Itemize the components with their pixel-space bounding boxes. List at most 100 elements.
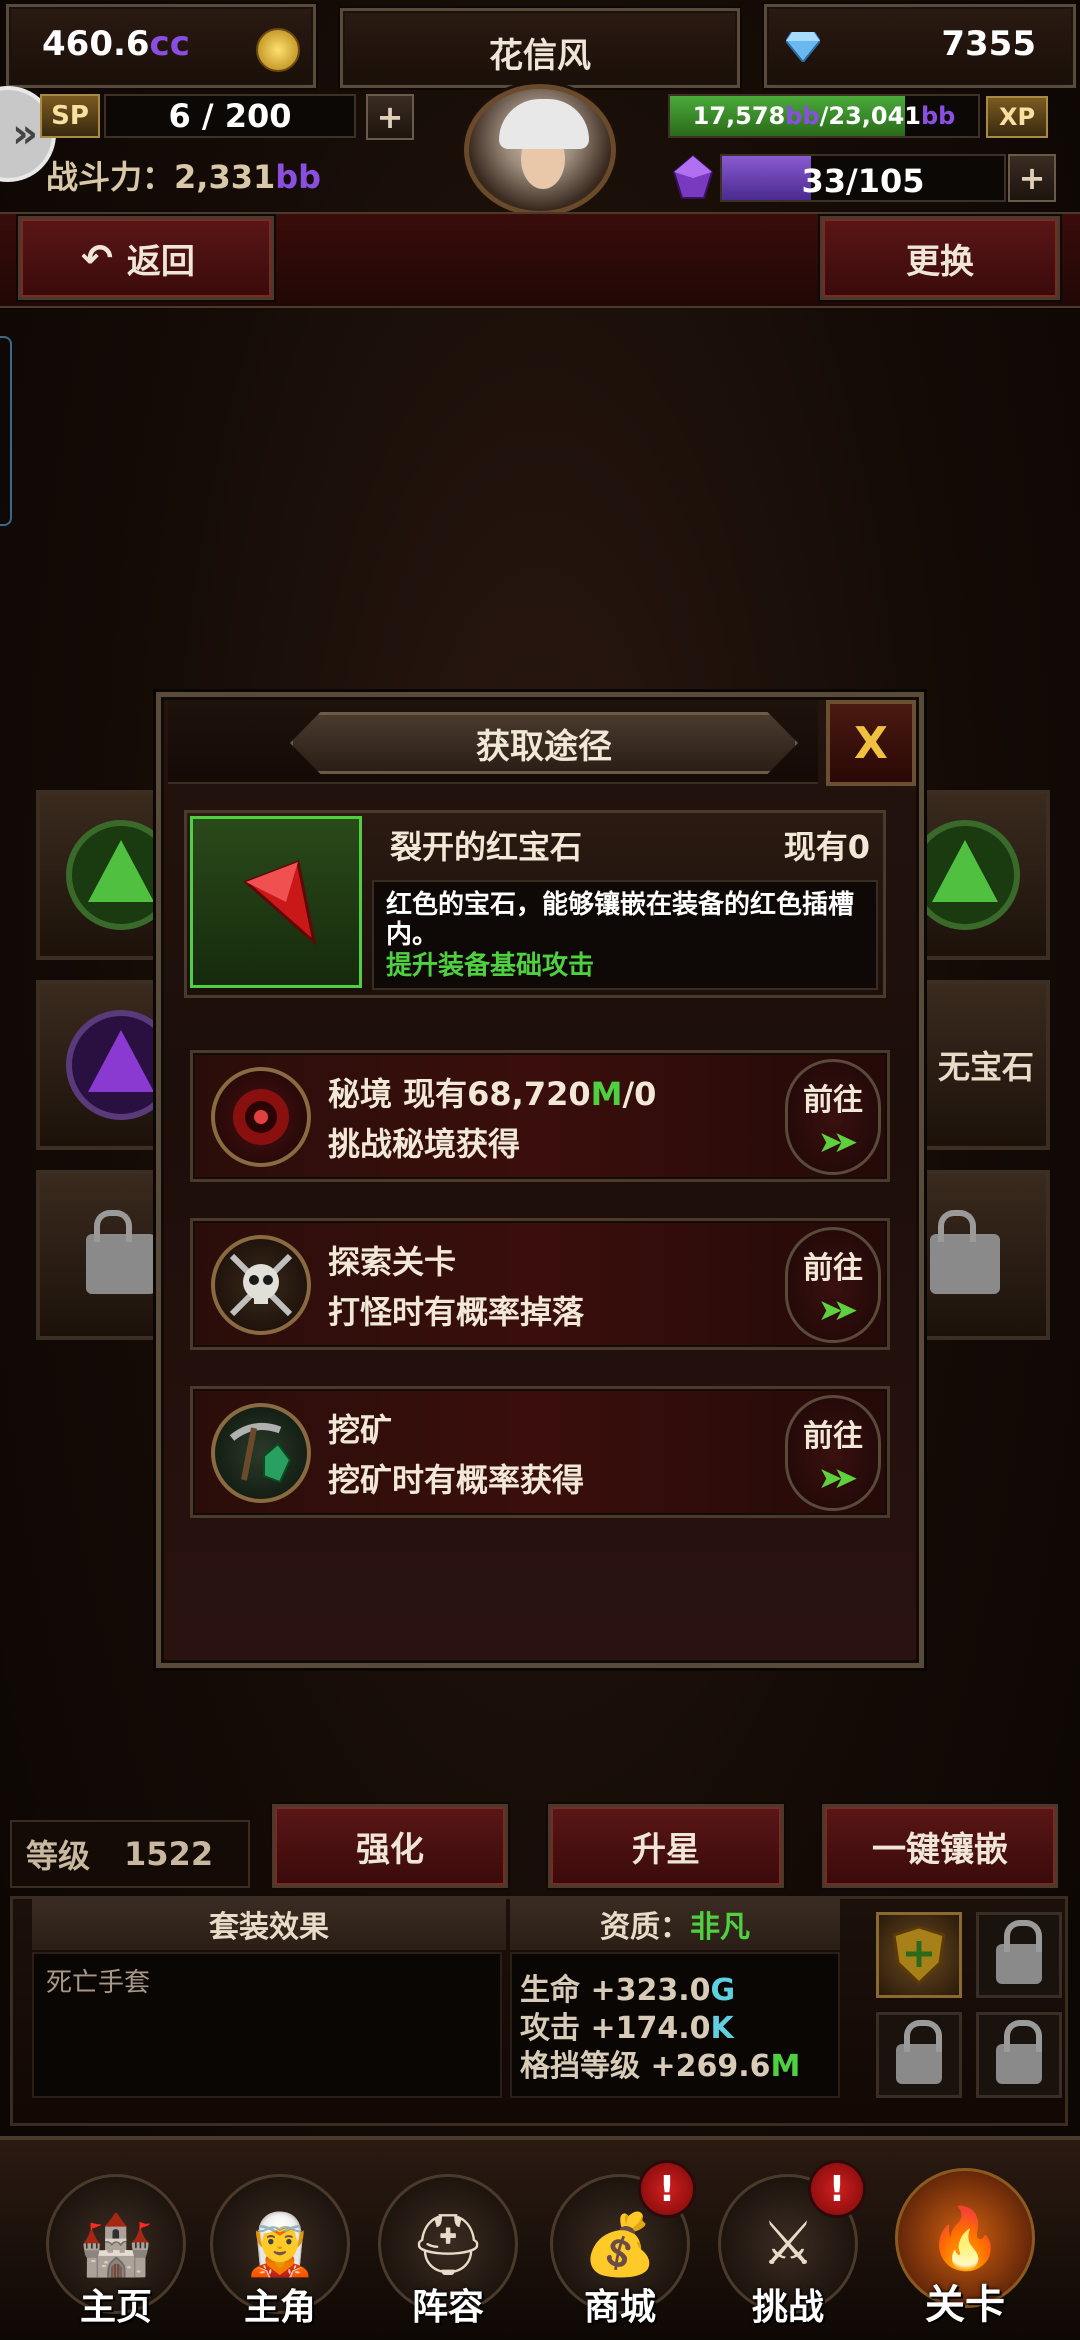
route-title-unit: M — [590, 1075, 623, 1113]
sp-label: SP — [51, 101, 89, 131]
lock-icon — [996, 1920, 1042, 1984]
diamond-count: 7355 — [941, 24, 1036, 64]
lock-icon — [896, 2020, 942, 2084]
player-name: 花信风 — [489, 36, 591, 76]
tab-label: 挑战 — [751, 2287, 824, 2328]
enhance-button[interactable]: 强化 — [272, 1804, 508, 1888]
locked-slot[interactable] — [976, 2012, 1062, 2098]
locked-slot[interactable] — [976, 1912, 1062, 1998]
route-explore-stage[interactable]: 探索关卡 打怪时有概率掉落 前往 ➤➤ — [190, 1218, 890, 1350]
diamond-icon — [784, 31, 822, 64]
dialog-title-banner: 获取途径 — [290, 712, 798, 774]
quality-header: 资质： 非凡 — [510, 1898, 840, 1950]
energy-bar: 33/105 — [720, 154, 1006, 202]
route-subtitle: 挖矿时有概率获得 — [328, 1461, 585, 1499]
stat-unit: K — [710, 2011, 734, 2046]
red-gem-icon — [243, 859, 317, 947]
lock-icon — [930, 1210, 1000, 1294]
dialog-close-button[interactable]: X — [826, 700, 916, 786]
power-unit: bb — [275, 158, 322, 196]
double-arrow-icon: ➤➤ — [817, 1292, 858, 1328]
level-label: 等级 — [26, 1837, 91, 1875]
set-name: 死亡手套 — [46, 1968, 151, 1998]
lock-icon — [86, 1210, 156, 1294]
power-value: 2,331 — [174, 158, 276, 196]
set-name-box: 死亡手套 — [32, 1952, 502, 2098]
stat-value: +269.6 — [650, 2049, 771, 2084]
go-button[interactable]: 前往 ➤➤ — [785, 1059, 881, 1175]
go-button[interactable]: 前往 ➤➤ — [785, 1227, 881, 1343]
go-label: 前往 — [803, 1082, 863, 1118]
route-title-suffix: /0 — [622, 1075, 657, 1113]
route-title: 挖矿 — [328, 1405, 392, 1451]
enhance-label: 强化 — [356, 1829, 424, 1870]
plus-label: + — [1018, 159, 1046, 197]
route-subtitle: 打怪时有概率掉落 — [328, 1293, 585, 1331]
energy-max: /105 — [846, 162, 925, 200]
item-desc-box: 红色的宝石，能够镶嵌在装备的红色插槽内。 提升装备基础攻击 — [372, 880, 878, 990]
set-effect-label: 套装效果 — [209, 1910, 329, 1945]
item-effect: 提升装备基础攻击 — [386, 951, 595, 981]
auto-inlay-button[interactable]: 一键镶嵌 — [822, 1804, 1058, 1888]
sp-value: 6 / 200 — [168, 97, 292, 135]
go-label: 前往 — [803, 1250, 863, 1286]
swap-label: 更换 — [906, 241, 974, 282]
xp-max: /23,041 — [819, 102, 921, 130]
sp-add-button[interactable]: + — [366, 94, 414, 140]
stat-value: +323.0 — [590, 1973, 711, 2008]
xp-label: XP — [998, 103, 1036, 131]
stat-unit: M — [770, 2049, 801, 2084]
empty-slot-label: 无宝石 — [937, 1048, 1034, 1086]
alert-mark: ! — [658, 2168, 676, 2210]
gold-coin-icon — [256, 28, 300, 72]
energy-text: 33/105 — [722, 162, 1004, 200]
challenge-alert-badge: ! — [808, 2160, 866, 2218]
avatar[interactable] — [464, 84, 616, 216]
route-icon — [211, 1235, 311, 1335]
stat-name: 生命 — [520, 1973, 580, 2008]
item-description: 红色的宝石，能够镶嵌在装备的红色插槽内。 — [386, 890, 855, 950]
double-chevron-icon: » — [12, 111, 38, 157]
xp-max-unit: bb — [921, 102, 956, 130]
route-title: 探索关卡 — [328, 1237, 456, 1283]
avatar-hair-icon — [499, 99, 589, 149]
crystal-icon — [670, 154, 716, 200]
portal-icon — [233, 1089, 289, 1145]
left-edge-tab[interactable] — [0, 336, 12, 526]
sp-bar: 6 / 200 — [104, 94, 356, 138]
route-subtitle: 挑战秘境获得 — [328, 1125, 521, 1163]
level-box: 等级 1522 — [10, 1820, 250, 1888]
xp-badge: XP — [986, 96, 1048, 138]
energy-add-button[interactable]: + — [1008, 154, 1056, 202]
armor-slot[interactable] — [876, 1912, 962, 1998]
route-secret-realm[interactable]: 秘境 现有68,720M/0 挑战秘境获得 前往 ➤➤ — [190, 1050, 890, 1182]
item-owned: 现有0 — [783, 828, 870, 866]
auto-inlay-label: 一键镶嵌 — [872, 1829, 1008, 1870]
tab-lineup[interactable]: ⛑ 阵容 — [368, 2150, 528, 2330]
tab-hero[interactable]: 🧝 主角 — [200, 2150, 360, 2330]
star-up-button[interactable]: 升星 — [548, 1804, 784, 1888]
back-label: 返回 — [126, 241, 195, 282]
stat-row: 攻击 +174.0K — [520, 2010, 830, 2048]
set-effect-header: 套装效果 — [32, 1898, 506, 1950]
power-label: 战斗力： — [46, 158, 175, 196]
locked-slot[interactable] — [876, 2012, 962, 2098]
back-button[interactable]: ↶ 返回 — [18, 216, 274, 300]
go-label: 前往 — [803, 1418, 863, 1454]
quality-value: 非凡 — [690, 1910, 750, 1945]
skull-icon — [229, 1253, 293, 1317]
route-mining[interactable]: 挖矿 挖矿时有概率获得 前往 ➤➤ — [190, 1386, 890, 1518]
stat-row: 格挡等级 +269.6M — [520, 2048, 830, 2086]
tab-label: 商城 — [583, 2287, 656, 2328]
stats-box: 生命 +323.0G 攻击 +174.0K 格挡等级 +269.6M — [510, 1952, 840, 2098]
route-title-text: 探索关卡 — [328, 1243, 457, 1281]
pickaxe-icon — [229, 1422, 292, 1484]
xp-bar: 17,578bb/23,041bb — [668, 94, 980, 138]
swap-button[interactable]: 更换 — [820, 216, 1060, 300]
go-button[interactable]: 前往 ➤➤ — [785, 1395, 881, 1511]
tab-stage[interactable]: 🔥 关卡 — [880, 2150, 1050, 2330]
tab-label: 主页 — [79, 2287, 152, 2328]
item-name: 裂开的红宝石 — [390, 828, 583, 866]
tab-home[interactable]: 🏰 主页 — [36, 2150, 196, 2330]
alert-mark: ! — [828, 2168, 846, 2210]
